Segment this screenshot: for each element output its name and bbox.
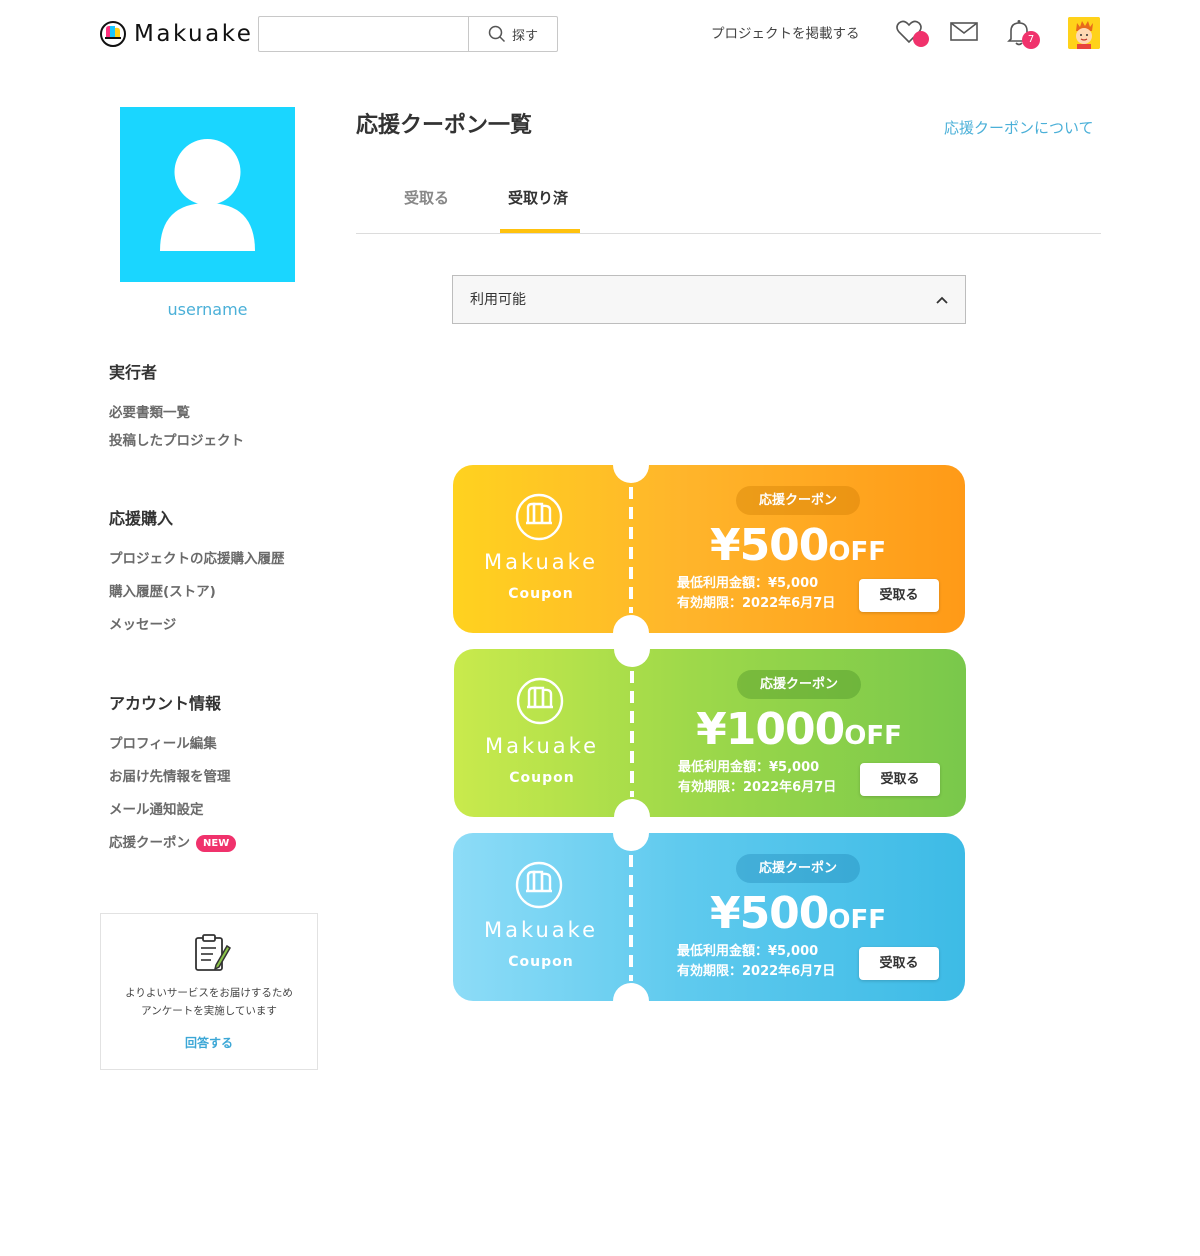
sidebar-item-purchase-history[interactable]: プロジェクトの応援購入履歴	[109, 550, 285, 568]
favorites-indicator	[913, 31, 929, 47]
coupon-amount-value: ¥1000	[696, 704, 845, 755]
search-input[interactable]	[259, 17, 468, 51]
coupon-amount-value: ¥500	[709, 888, 829, 939]
receive-coupon-button[interactable]: 受取る	[859, 579, 939, 612]
coupon-type-pill: 応援クーポン	[736, 854, 860, 883]
status-filter-value: 利用可能	[470, 292, 526, 308]
coupon-type-pill: 応援クーポン	[737, 670, 861, 699]
profile-avatar[interactable]	[120, 107, 295, 282]
sidebar-item-email-settings[interactable]: メール通知設定	[109, 801, 204, 819]
makuake-coupon-mark-icon	[515, 861, 563, 909]
survey-line-2: アンケートを実施しています	[141, 1005, 277, 1017]
sidebar-item-messages[interactable]: メッセージ	[109, 616, 176, 634]
tab-received[interactable]: 受取り済	[508, 188, 568, 208]
coupon-card: Makuake Coupon 応援クーポン ¥500OFF 最低利用金額：¥5,…	[453, 465, 965, 633]
site-header: Makuake 探す プロジェクトを掲載する 7	[0, 0, 1200, 70]
sidebar-item-required-documents[interactable]: 必要書類一覧	[109, 404, 190, 422]
user-silhouette-icon	[160, 139, 255, 251]
clipboard-pencil-icon	[195, 934, 232, 971]
sidebar-item-edit-profile[interactable]: プロフィール編集	[109, 735, 217, 753]
coupon-min-amount: 最低利用金額：¥5,000	[678, 760, 820, 775]
coupon-min-amount: 最低利用金額：¥5,000	[677, 576, 819, 591]
survey-answer-link[interactable]: 回答する	[101, 1034, 317, 1051]
ticket-notch	[613, 615, 649, 633]
coupon-brand: Makuake	[484, 734, 599, 758]
coupon-type-pill: 応援クーポン	[736, 486, 860, 515]
coupon-sub: Coupon	[509, 770, 575, 786]
mail-icon	[950, 22, 978, 41]
coupon-sub: Coupon	[508, 586, 574, 602]
post-project-link[interactable]: プロジェクトを掲載する	[711, 25, 860, 43]
makuake-logo-icon	[100, 21, 126, 47]
sidebar-item-coupons[interactable]: 応援クーポン NEW	[109, 834, 237, 852]
messages-button[interactable]	[950, 19, 980, 49]
active-tab-indicator	[500, 229, 580, 233]
coupon-amount-value: ¥500	[709, 520, 829, 571]
favorites-button[interactable]	[895, 19, 929, 49]
coupon-tabs: 受取る 受取り済	[356, 170, 1101, 234]
makuake-coupon-mark-icon	[516, 677, 564, 725]
coupon-details: 最低利用金額：¥5,000 有効期限：2022年6月7日	[678, 758, 836, 798]
receive-coupon-button[interactable]: 受取る	[859, 947, 939, 980]
coupon-details: 最低利用金額：¥5,000 有効期限：2022年6月7日	[677, 942, 835, 982]
ticket-notch	[613, 833, 649, 851]
chevron-up-icon	[936, 296, 948, 304]
coupon-brand: Makuake	[483, 550, 598, 574]
sidebar-item-coupons-label: 応援クーポン	[109, 835, 190, 851]
search-button[interactable]: 探す	[468, 17, 557, 51]
coupon-details: 最低利用金額：¥5,000 有効期限：2022年6月7日	[677, 574, 835, 614]
notification-count-badge: 7	[1022, 31, 1040, 49]
ticket-notch	[614, 649, 650, 667]
logo[interactable]: Makuake	[100, 19, 253, 49]
search-box: 探す	[258, 16, 558, 52]
survey-line-1: よりよいサービスをお届けするため	[125, 987, 293, 999]
status-filter-select[interactable]: 利用可能	[452, 275, 966, 324]
notifications-button[interactable]: 7	[1006, 19, 1042, 51]
section-title-support-purchase: 応援購入	[109, 509, 174, 528]
coupon-expiry: 有効期限：2022年6月7日	[677, 596, 836, 611]
brand-name: Makuake	[134, 21, 254, 47]
ticket-notch	[613, 465, 649, 483]
coupon-expiry: 有効期限：2022年6月7日	[678, 780, 837, 795]
page-title: 応援クーポン一覧	[356, 113, 533, 138]
coupon-expiry: 有効期限：2022年6月7日	[677, 964, 836, 979]
makuake-coupon-mark-icon	[515, 493, 563, 541]
coupon-brand: Makuake	[483, 918, 598, 942]
sidebar-item-posted-projects[interactable]: 投稿したプロジェクト	[109, 432, 244, 450]
coupon-off-label: OFF	[828, 537, 887, 567]
sidebar-item-store-history[interactable]: 購入履歴(ストア)	[109, 583, 216, 601]
search-button-label: 探す	[511, 28, 538, 44]
coupon-off-label: OFF	[844, 721, 902, 751]
new-badge: NEW	[196, 835, 237, 852]
sidebar-item-shipping-address[interactable]: お届け先情報を管理	[109, 768, 231, 786]
coupon-min-amount: 最低利用金額：¥5,000	[677, 944, 819, 959]
survey-box: よりよいサービスをお届けするため アンケートを実施しています 回答する	[100, 913, 318, 1070]
coupon-card: Makuake Coupon 応援クーポン ¥500OFF 最低利用金額：¥5,…	[453, 833, 965, 1001]
coupon-card: Makuake Coupon 応援クーポン ¥1000OFF 最低利用金額：¥5…	[454, 649, 966, 817]
about-coupons-link[interactable]: 応援クーポンについて	[944, 118, 1094, 138]
section-title-account: アカウント情報	[109, 694, 222, 713]
tab-receive[interactable]: 受取る	[404, 188, 449, 208]
search-icon	[488, 25, 506, 43]
user-avatar[interactable]	[1068, 17, 1100, 49]
username-label[interactable]: username	[120, 300, 295, 320]
ticket-notch	[614, 799, 650, 817]
survey-message: よりよいサービスをお届けするため アンケートを実施しています	[101, 984, 317, 1020]
ticket-notch	[613, 983, 649, 1001]
coupon-sub: Coupon	[508, 954, 574, 970]
coupon-off-label: OFF	[828, 905, 887, 935]
section-title-creator: 実行者	[109, 363, 158, 382]
receive-coupon-button[interactable]: 受取る	[860, 763, 940, 796]
avatar-illustration	[1068, 17, 1100, 49]
